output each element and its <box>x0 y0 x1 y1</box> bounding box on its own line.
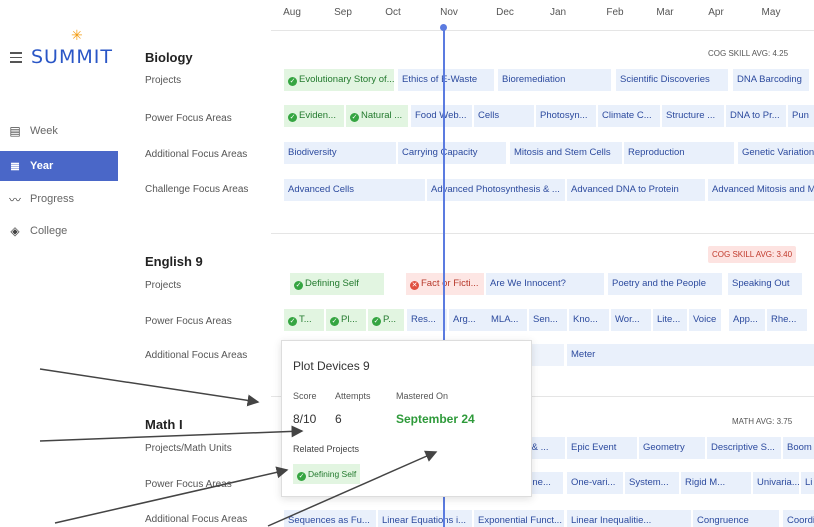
annotation-arrow <box>267 450 438 527</box>
annotation-arrow <box>54 466 289 524</box>
annotation-arrow <box>39 368 260 407</box>
annotation-arrow <box>39 425 304 442</box>
annotation-arrows <box>39 368 438 527</box>
